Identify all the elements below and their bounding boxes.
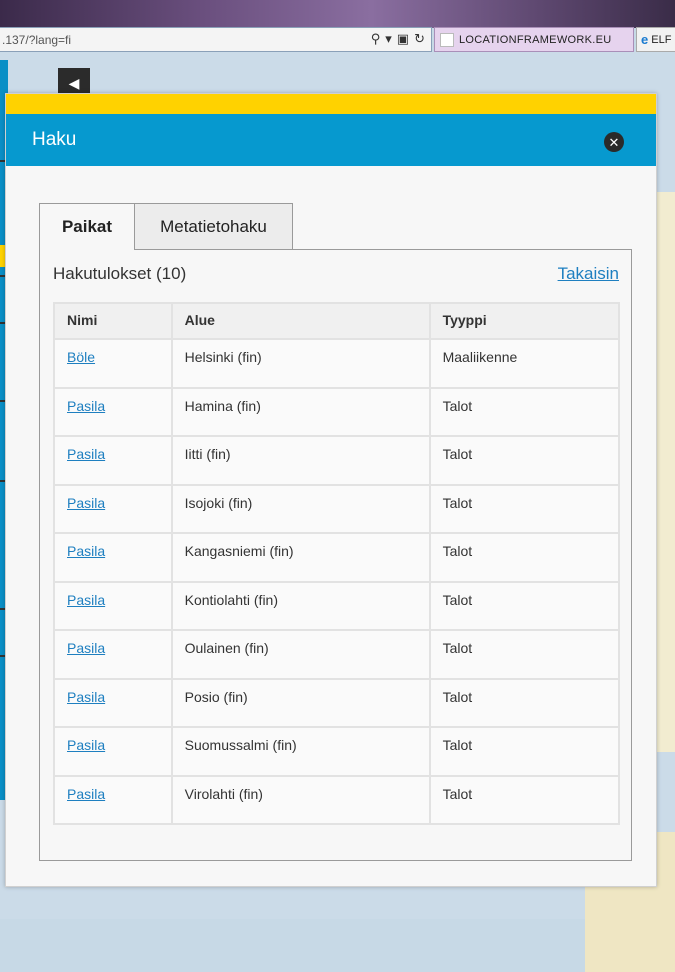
search-icon[interactable]: ⚲ (371, 31, 381, 47)
results-table: Nimi Alue Tyyppi Böle Helsinki (fin) Maa… (53, 302, 621, 825)
cell-name: Pasila (53, 726, 173, 777)
browser-top-strip (0, 0, 675, 28)
page-favicon-icon (440, 32, 454, 47)
table-header-row: Nimi Alue Tyyppi (53, 302, 621, 340)
cell-name: Pasila (53, 580, 173, 631)
address-bar-icons: ⚲ ▾ ▣ ↻ (371, 31, 425, 47)
result-name-link[interactable]: Pasila (67, 640, 105, 656)
cell-type: Talot (428, 774, 621, 825)
result-name-link[interactable]: Pasila (67, 592, 105, 608)
cell-type: Talot (428, 483, 621, 534)
dialog-accent-bar (6, 94, 656, 114)
cell-name: Pasila (53, 435, 173, 486)
chevron-left-icon: ◀ (68, 74, 80, 91)
dropdown-arrow-icon[interactable]: ▾ (385, 31, 392, 47)
table-row: Pasila Oulainen (fin) Talot (53, 629, 621, 680)
table-row: Pasila Isojoki (fin) Talot (53, 483, 621, 534)
cell-area: Iitti (fin) (170, 435, 431, 486)
dialog-header: Haku ✕ (6, 114, 656, 166)
cell-area: Kontiolahti (fin) (170, 580, 431, 631)
cell-name: Böle (53, 338, 173, 389)
tab-metatietohaku[interactable]: Metatietohaku (134, 203, 293, 249)
table-row: Pasila Kangasniemi (fin) Talot (53, 532, 621, 583)
address-text: .137/?lang=fi (2, 32, 72, 47)
result-name-link[interactable]: Pasila (67, 495, 105, 511)
cell-area: Suomussalmi (fin) (170, 726, 431, 777)
cell-type: Talot (428, 629, 621, 680)
cell-type: Talot (428, 532, 621, 583)
result-name-link[interactable]: Pasila (67, 398, 105, 414)
table-row: Pasila Virolahti (fin) Talot (53, 774, 621, 825)
result-name-link[interactable]: Pasila (67, 786, 105, 802)
tab-paikat[interactable]: Paikat (39, 203, 135, 250)
dialog-title: Haku (32, 129, 77, 150)
back-link[interactable]: Takaisin (558, 264, 619, 284)
cell-area: Isojoki (fin) (170, 483, 431, 534)
cell-type: Talot (428, 386, 621, 437)
column-header-alue[interactable]: Alue (170, 302, 431, 340)
cell-area: Oulainen (fin) (170, 629, 431, 680)
cell-name: Pasila (53, 629, 173, 680)
address-bar[interactable]: .137/?lang=fi ⚲ ▾ ▣ ↻ (0, 27, 432, 52)
cell-area: Posio (fin) (170, 677, 431, 728)
cell-name: Pasila (53, 677, 173, 728)
cell-name: Pasila (53, 774, 173, 825)
result-name-link[interactable]: Pasila (67, 737, 105, 753)
cell-type: Maaliikenne (428, 338, 621, 389)
result-name-link[interactable]: Böle (67, 349, 95, 365)
column-header-tyyppi[interactable]: Tyyppi (428, 302, 621, 340)
cell-type: Talot (428, 677, 621, 728)
result-name-link[interactable]: Pasila (67, 689, 105, 705)
table-row: Pasila Posio (fin) Talot (53, 677, 621, 728)
cell-type: Talot (428, 580, 621, 631)
refresh-icon[interactable]: ↻ (414, 31, 425, 47)
browser-tab-title: LOCATIONFRAMEWORK.EU (459, 33, 612, 46)
browser-tab-locationframework[interactable]: LOCATIONFRAMEWORK.EU (434, 27, 634, 52)
result-name-link[interactable]: Pasila (67, 543, 105, 559)
cell-name: Pasila (53, 483, 173, 534)
cell-name: Pasila (53, 386, 173, 437)
cell-area: Virolahti (fin) (170, 774, 431, 825)
column-header-nimi[interactable]: Nimi (53, 302, 173, 340)
cell-area: Kangasniemi (fin) (170, 532, 431, 583)
results-panel: Hakutulokset (10) Takaisin Nimi Alue Tyy… (39, 249, 632, 861)
result-name-link[interactable]: Pasila (67, 446, 105, 462)
table-row: Pasila Hamina (fin) Talot (53, 386, 621, 437)
browser-tab-title-2: ELF (651, 33, 672, 46)
table-row: Böle Helsinki (fin) Maaliikenne (53, 338, 621, 389)
search-dialog: Haku ✕ Paikat Metatietohaku Hakutulokset… (5, 93, 657, 887)
compat-view-icon[interactable]: ▣ (397, 31, 409, 47)
table-row: Pasila Suomussalmi (fin) Talot (53, 726, 621, 777)
table-row: Pasila Iitti (fin) Talot (53, 435, 621, 486)
cell-type: Talot (428, 435, 621, 486)
cell-name: Pasila (53, 532, 173, 583)
cell-area: Helsinki (fin) (170, 338, 431, 389)
table-row: Pasila Kontiolahti (fin) Talot (53, 580, 621, 631)
browser-tab-elf[interactable]: e ELF (636, 27, 675, 52)
close-icon[interactable]: ✕ (604, 132, 624, 152)
results-title: Hakutulokset (10) (53, 264, 187, 283)
cell-area: Hamina (fin) (170, 386, 431, 437)
ie-logo-icon: e (641, 32, 649, 47)
cell-type: Talot (428, 726, 621, 777)
